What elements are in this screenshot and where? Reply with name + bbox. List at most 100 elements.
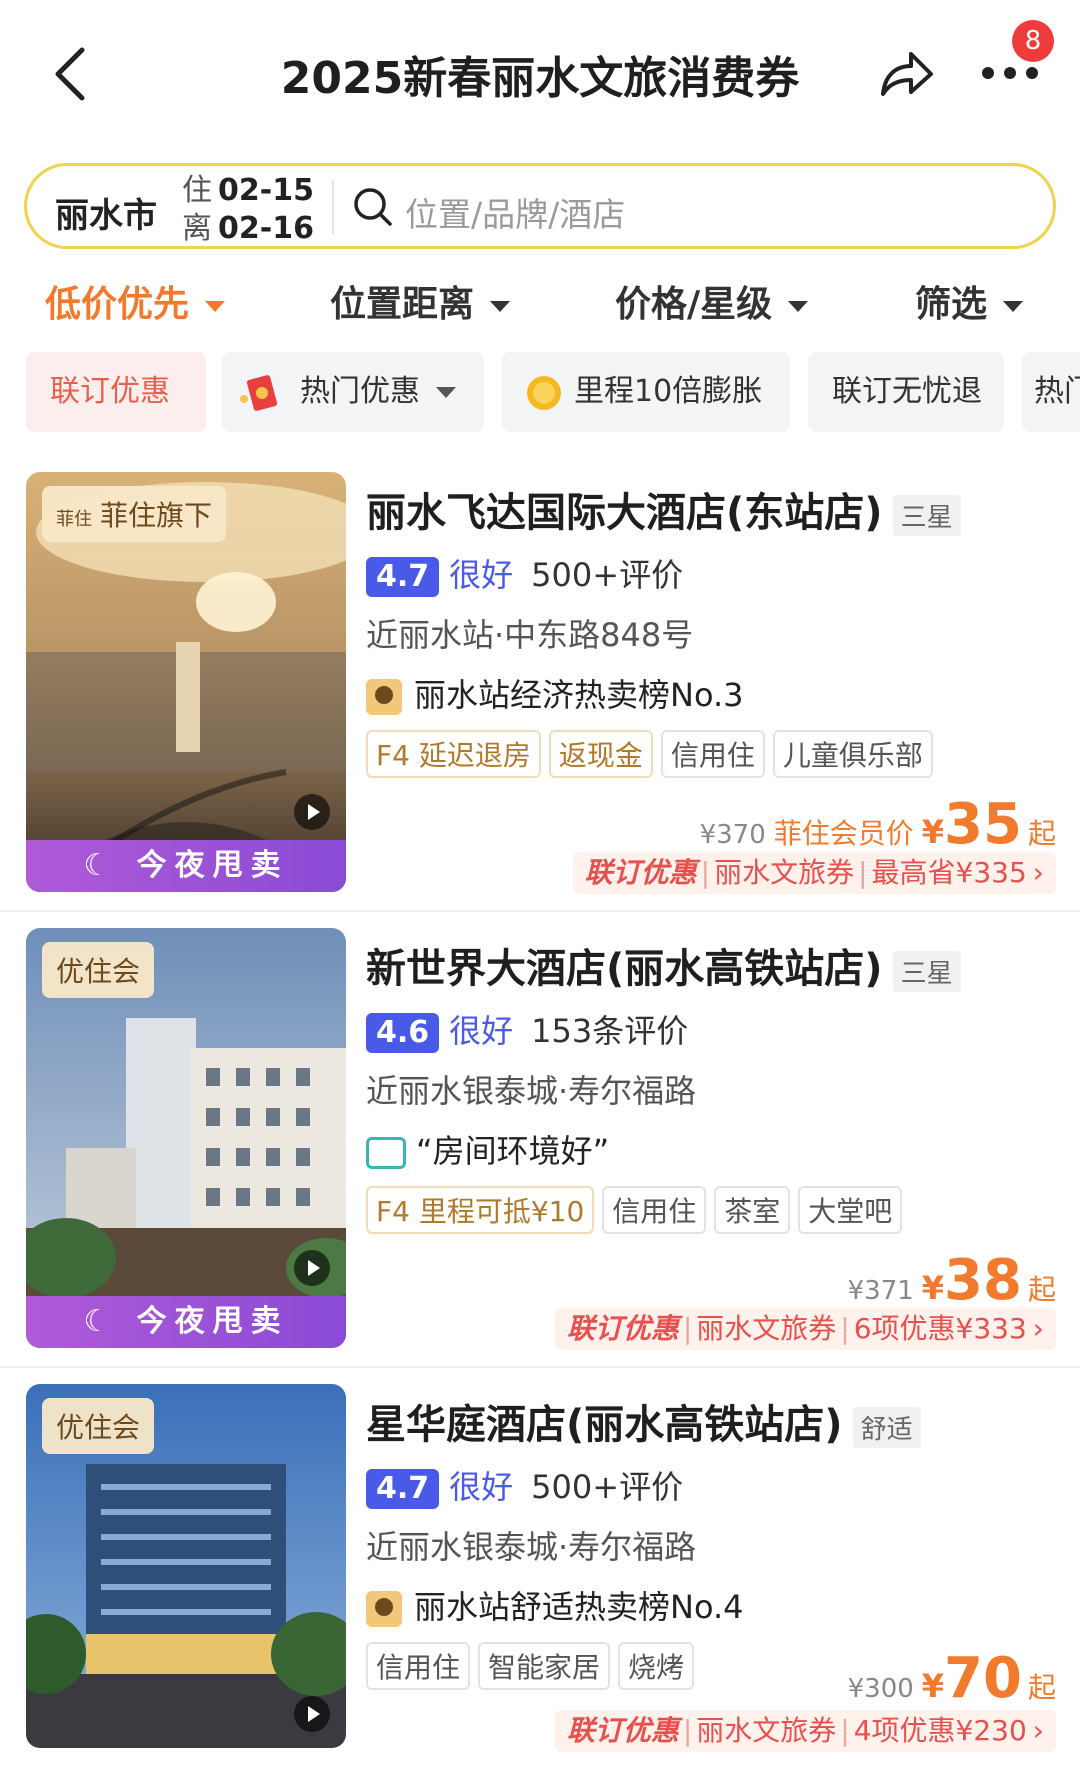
sort-tab-low-price[interactable]: 低价优先	[45, 275, 226, 327]
feature-tag: 烧烤	[618, 1642, 695, 1690]
price-suffix: 起	[1027, 1273, 1056, 1306]
caret-down-icon	[1003, 300, 1024, 312]
promo-strip[interactable]: 联订优惠 | 丽水文旅券 | 6项优惠¥333 ›	[554, 1308, 1056, 1350]
ranking-highlight: 丽水站舒适热卖榜No.4	[366, 1582, 744, 1628]
rating-score: 4.6	[366, 1013, 440, 1053]
review-count: 153条评价	[531, 1012, 689, 1050]
hotel-card[interactable]: 菲住 菲住旗下 ☾ 今夜甩卖 丽水飞达国际大酒店(东站店) 三星 4.7 很好 500+…	[0, 472, 1080, 928]
brand-badge: 菲住 菲住旗下	[42, 486, 227, 542]
feature-tag: 茶室	[714, 1186, 791, 1234]
caret-down-icon	[436, 387, 456, 398]
chevron-right-icon: ›	[1032, 1312, 1044, 1345]
date-selector[interactable]: 住 02-15 离 02-16	[182, 172, 314, 248]
rating-row: 4.7 很好 500+评价	[366, 550, 683, 597]
back-arrow-icon[interactable]	[48, 44, 96, 104]
top-nav-bar: 2025新春丽水文旅消费券 8	[0, 0, 1080, 150]
chip-hot[interactable]: 热门	[1022, 352, 1080, 432]
currency-symbol: ¥	[921, 1269, 945, 1307]
caret-down-icon	[788, 300, 809, 312]
review-count: 500+评价	[531, 1468, 684, 1506]
page-title: 2025新春丽水文旅消费券	[280, 53, 800, 104]
chip-joint-discount[interactable]: 联订优惠	[26, 352, 206, 432]
hotel-card[interactable]: 优住会 星华庭酒店(丽水高铁站店) 舒适 4.7 很好 500+评价 近丽水银泰城·寿…	[0, 1384, 1080, 1784]
ranking-highlight: 丽水站经济热卖榜No.3	[366, 670, 744, 716]
caret-down-icon	[205, 300, 226, 312]
feature-tag: F4 里程可抵¥10	[366, 1186, 595, 1234]
sort-tab-price-star[interactable]: 价格/星级	[615, 275, 809, 327]
divider	[0, 910, 1080, 912]
feature-tags: F4 延迟退房 返现金 信用住 儿童俱乐部	[366, 730, 941, 778]
feature-tag: F4 延迟退房	[366, 730, 541, 778]
play-video-icon[interactable]	[294, 1696, 330, 1732]
checkout-date: 02-16	[218, 211, 314, 246]
brand-badge: 优住会	[42, 1398, 155, 1454]
rating-row: 4.6 很好 153条评价	[366, 1006, 688, 1053]
price-row: ¥370 菲住会员价 ¥35 起	[700, 792, 1056, 857]
search-bar[interactable]: 丽水市 住 02-15 离 02-16 位置/品牌/酒店	[24, 163, 1056, 249]
promo-strip[interactable]: 联订优惠 | 丽水文旅券 | 4项优惠¥230 ›	[554, 1710, 1056, 1752]
current-price: 38	[944, 1248, 1022, 1313]
currency-symbol: ¥	[921, 1667, 945, 1705]
checkout-label: 离	[182, 211, 212, 246]
feature-tag: 智能家居	[478, 1642, 611, 1690]
share-icon[interactable]	[875, 44, 935, 104]
tonight-sale-banner: ☾ 今夜甩卖	[26, 1296, 346, 1348]
sort-tab-distance[interactable]: 位置距离	[330, 275, 511, 327]
rating-word: 很好	[449, 1468, 514, 1506]
gold-coin-icon	[527, 375, 561, 410]
original-price: ¥370	[699, 820, 766, 850]
chip-hot-deals[interactable]: 热门优惠	[222, 352, 484, 432]
ranking-medal-icon	[366, 679, 402, 715]
feature-tags: 信用住 智能家居 烧烤	[366, 1642, 702, 1690]
hotel-address: 近丽水站·中东路848号	[366, 616, 694, 654]
review-highlight: “房间环境好”	[366, 1126, 609, 1172]
original-price: ¥300	[847, 1674, 914, 1704]
chevron-right-icon: ›	[1032, 1714, 1044, 1747]
play-video-icon[interactable]	[294, 794, 330, 830]
chip-worry-free-cancel[interactable]: 联订无忧退	[808, 352, 1004, 432]
promo-strip[interactable]: 联订优惠 | 丽水文旅券 | 最高省¥335 ›	[572, 852, 1056, 894]
brand-badge: 优住会	[42, 942, 155, 998]
current-price: 35	[944, 792, 1022, 857]
hotel-name[interactable]: 新世界大酒店(丽水高铁站店) 三星	[366, 936, 961, 994]
hotel-photo: 优住会 ☾ 今夜甩卖	[26, 928, 346, 1348]
hotel-address: 近丽水银泰城·寿尔福路	[366, 1528, 697, 1566]
current-price: 70	[944, 1646, 1022, 1711]
divider	[0, 1366, 1080, 1368]
currency-symbol: ¥	[921, 813, 945, 851]
hotel-name[interactable]: 丽水飞达国际大酒店(东站店) 三星	[366, 480, 961, 538]
search-icon	[354, 188, 392, 226]
divider	[332, 180, 334, 234]
chip-miles-boost[interactable]: 里程10倍膨胀	[502, 352, 790, 432]
hotel-photo: 菲住 菲住旗下 ☾ 今夜甩卖	[26, 472, 346, 892]
comment-icon	[366, 1137, 406, 1169]
star-level-badge: 三星	[892, 950, 961, 992]
star-level-badge: 三星	[892, 494, 961, 536]
review-count: 500+评价	[531, 556, 684, 594]
more-options-icon[interactable]	[980, 58, 1040, 88]
play-video-icon[interactable]	[294, 1250, 330, 1286]
hotel-name[interactable]: 星华庭酒店(丽水高铁站店) 舒适	[366, 1392, 921, 1450]
feature-tag: 返现金	[548, 730, 653, 778]
price-suffix: 起	[1027, 1671, 1056, 1704]
star-level-badge: 舒适	[852, 1406, 921, 1448]
tonight-sale-banner: ☾ 今夜甩卖	[26, 840, 346, 892]
price-suffix: 起	[1027, 817, 1056, 850]
search-input[interactable]: 位置/品牌/酒店	[405, 188, 625, 236]
hotel-photo: 优住会	[26, 1384, 346, 1748]
original-price: ¥371	[847, 1276, 914, 1306]
feature-tag: 信用住	[602, 1186, 707, 1234]
hotel-card[interactable]: 优住会 ☾ 今夜甩卖 新世界大酒店(丽水高铁站店) 三星 4.6 很好 153条评价 …	[0, 928, 1080, 1384]
price-row: ¥300 ¥70 起	[848, 1646, 1056, 1711]
sort-tab-filter[interactable]: 筛选	[915, 275, 1024, 327]
notification-badge: 8	[1012, 20, 1054, 62]
city-selector[interactable]: 丽水市	[55, 188, 157, 237]
feature-tag: 大堂吧	[798, 1186, 903, 1234]
caret-down-icon	[490, 300, 511, 312]
feature-tag: 信用住	[660, 730, 765, 778]
rating-word: 很好	[449, 556, 514, 594]
sort-bar: 低价优先 位置距离 价格/星级 筛选	[0, 275, 1080, 335]
member-price-label: 菲住会员价	[773, 817, 914, 850]
feature-tags: F4 里程可抵¥10 信用住 茶室 大堂吧	[366, 1186, 910, 1234]
checkin-date: 02-15	[218, 173, 314, 208]
